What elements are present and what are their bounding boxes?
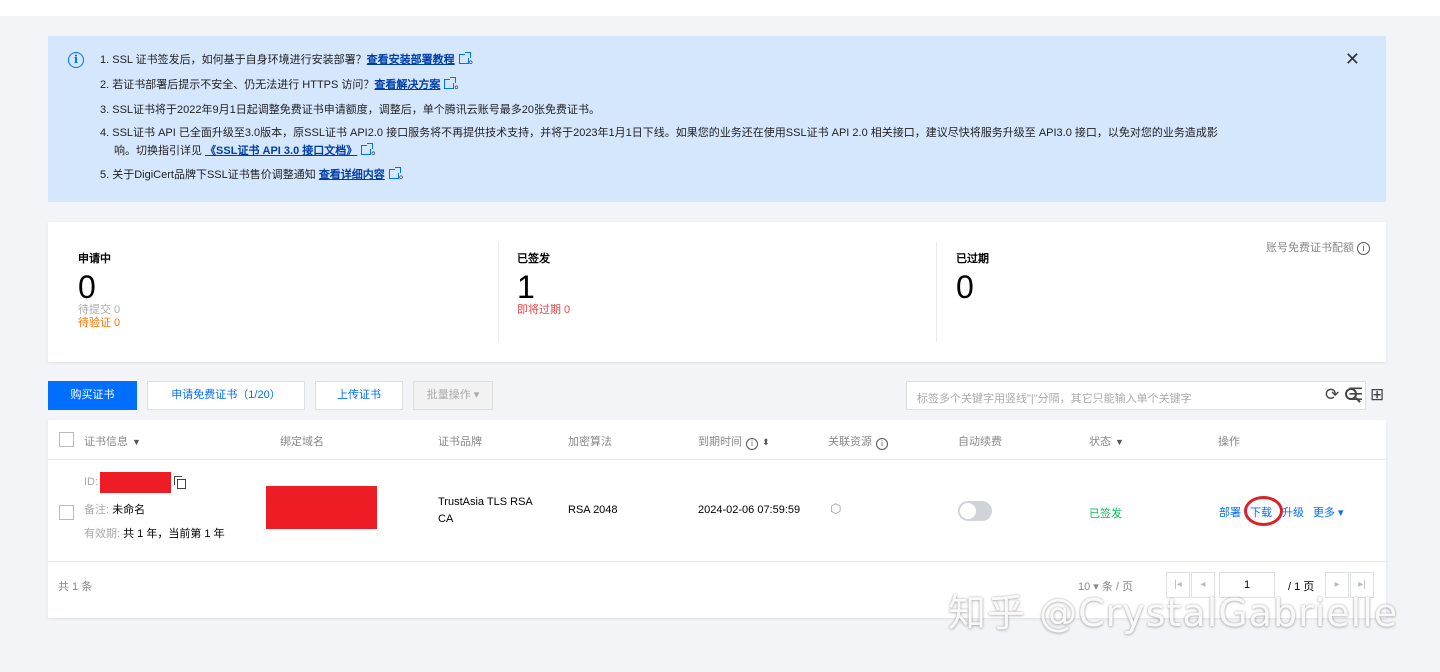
search-input[interactable]: 标签多个关键字用竖线"|"分隔，其它只能输入单个关键字: [906, 381, 1366, 410]
refresh-icon[interactable]: ⟳: [1325, 385, 1339, 405]
table-row: ID: 备注: 未命名 有效期: 共 1 年，当前第 1 年 TrustAsia…: [48, 460, 1386, 562]
total-count: 共 1 条: [58, 581, 93, 593]
solution-link[interactable]: 查看解决方案: [374, 79, 440, 91]
stat-expired: 已过期 0: [956, 253, 989, 305]
status-badge: 已签发: [1089, 508, 1122, 520]
table-header: 证书信息 ▼ 绑定域名 证书品牌 加密算法 到期时间 i ⬍ 关联资源 i 自动续费 状…: [48, 420, 1386, 460]
list-view-icon[interactable]: ☰: [1348, 385, 1363, 405]
notice-banner: i ✕ 1. SSL 证书签发后，如何基于自身环境进行安装部署？查看安装部署教程…: [48, 36, 1386, 202]
algorithm: RSA 2048: [568, 504, 618, 516]
cube-icon[interactable]: ⬡: [830, 502, 842, 515]
buy-certificate-button[interactable]: 购买证书: [48, 381, 137, 410]
apply-free-certificate-button[interactable]: 申请免费证书（1/20）: [147, 381, 305, 410]
redacted-domain: [266, 486, 377, 529]
upgrade-button[interactable]: 升级: [1282, 504, 1304, 520]
external-link-icon: [458, 52, 471, 64]
header-algorithm: 加密算法: [568, 436, 612, 448]
batch-operation-button[interactable]: 批量操作 ▾: [413, 381, 493, 410]
toolbar: 购买证书 申请免费证书（1/20） 上传证书 批量操作 ▾ 标签多个关键字用竖线…: [48, 381, 1386, 411]
notice-item: 2. 若证书部署后提示不安全、仍无法进行 HTTPS 访问？查看解决方案。: [100, 77, 466, 91]
stat-applying-value[interactable]: 0: [78, 270, 120, 304]
sort-icon[interactable]: ⬍: [762, 437, 770, 447]
header-cert-info: 证书信息 ▼: [84, 436, 141, 448]
more-button[interactable]: 更多 ▾: [1313, 504, 1344, 520]
redacted-id: [100, 472, 171, 493]
stat-issued: 已签发 1 即将过期 0: [517, 253, 571, 316]
notice-item: 1. SSL 证书签发后，如何基于自身环境进行安装部署？查看安装部署教程。: [100, 52, 480, 66]
deploy-button[interactable]: 部署: [1219, 504, 1241, 520]
header-expire: 到期时间 i ⬍: [698, 436, 770, 450]
notice-item: 5. 关于DigiCert品牌下SSL证书售价调整通知 查看详细内容。: [100, 167, 410, 181]
help-icon[interactable]: i: [876, 438, 888, 450]
auto-renew-toggle[interactable]: [958, 501, 992, 521]
info-icon: i: [68, 52, 84, 68]
help-icon[interactable]: i: [746, 438, 758, 450]
stat-applying: 申请中 0 待提交 0 待验证 0: [78, 253, 121, 329]
notice-item: 3. SSL证书将于2022年9月1日起调整免费证书申请额度，调整后，单个腾讯云…: [100, 104, 600, 116]
header-status: 状态 ▼: [1089, 436, 1124, 448]
notice-item: 4. SSL证书 API 已全面升级至3.0版本，原SSL证书 API2.0 接…: [100, 127, 1218, 157]
expire-time: 2024-02-06 07:59:59: [698, 504, 801, 516]
divider: [936, 242, 937, 342]
details-link[interactable]: 查看详细内容: [319, 169, 385, 181]
header-resources: 关联资源 i: [828, 433, 888, 450]
api-doc-link[interactable]: 《SSL证书 API 3.0 接口文档》: [205, 145, 357, 157]
stat-expired-value[interactable]: 0: [956, 270, 989, 304]
toggle-knob: [960, 503, 976, 519]
install-guide-link[interactable]: 查看安装部署教程: [367, 54, 455, 66]
header-domain: 绑定域名: [280, 436, 324, 448]
filter-icon[interactable]: ▼: [1115, 437, 1124, 447]
stats-panel: 申请中 0 待提交 0 待验证 0 已签发 1 即将过期 0 已过期 0 账号免…: [48, 222, 1386, 362]
divider: [498, 242, 499, 342]
notice-list: 1. SSL 证书签发后，如何基于自身环境进行安装部署？查看安装部署教程。 2.…: [100, 49, 1218, 189]
filter-icon[interactable]: ▼: [132, 437, 141, 447]
copy-icon[interactable]: [174, 476, 186, 489]
header-actions: 操作: [1218, 436, 1240, 448]
help-icon[interactable]: i: [1357, 242, 1370, 255]
header-auto-renew: 自动续费: [958, 436, 1002, 448]
validity: 有效期: 共 1 年，当前第 1 年: [84, 528, 225, 540]
cert-brand: TrustAsia TLS RSA CA: [438, 496, 533, 525]
highlight-circle: [1244, 496, 1283, 526]
header-brand: 证书品牌: [438, 436, 482, 448]
quota-label[interactable]: 账号免费证书配额 i: [1266, 239, 1370, 255]
close-icon[interactable]: ✕: [1345, 50, 1360, 68]
remark: 备注: 未命名: [84, 504, 146, 516]
select-all-checkbox[interactable]: [59, 432, 74, 447]
watermark: 知乎 @CrystalGabrielle: [948, 591, 1399, 635]
upload-certificate-button[interactable]: 上传证书: [315, 381, 403, 410]
external-link-icon: [361, 143, 374, 155]
stat-issued-value[interactable]: 1: [517, 270, 570, 304]
top-bar: [0, 0, 1440, 16]
row-checkbox[interactable]: [59, 505, 74, 520]
grid-view-icon[interactable]: ⊞: [1370, 385, 1384, 405]
external-link-icon: [444, 77, 457, 89]
external-link-icon: [388, 167, 401, 179]
